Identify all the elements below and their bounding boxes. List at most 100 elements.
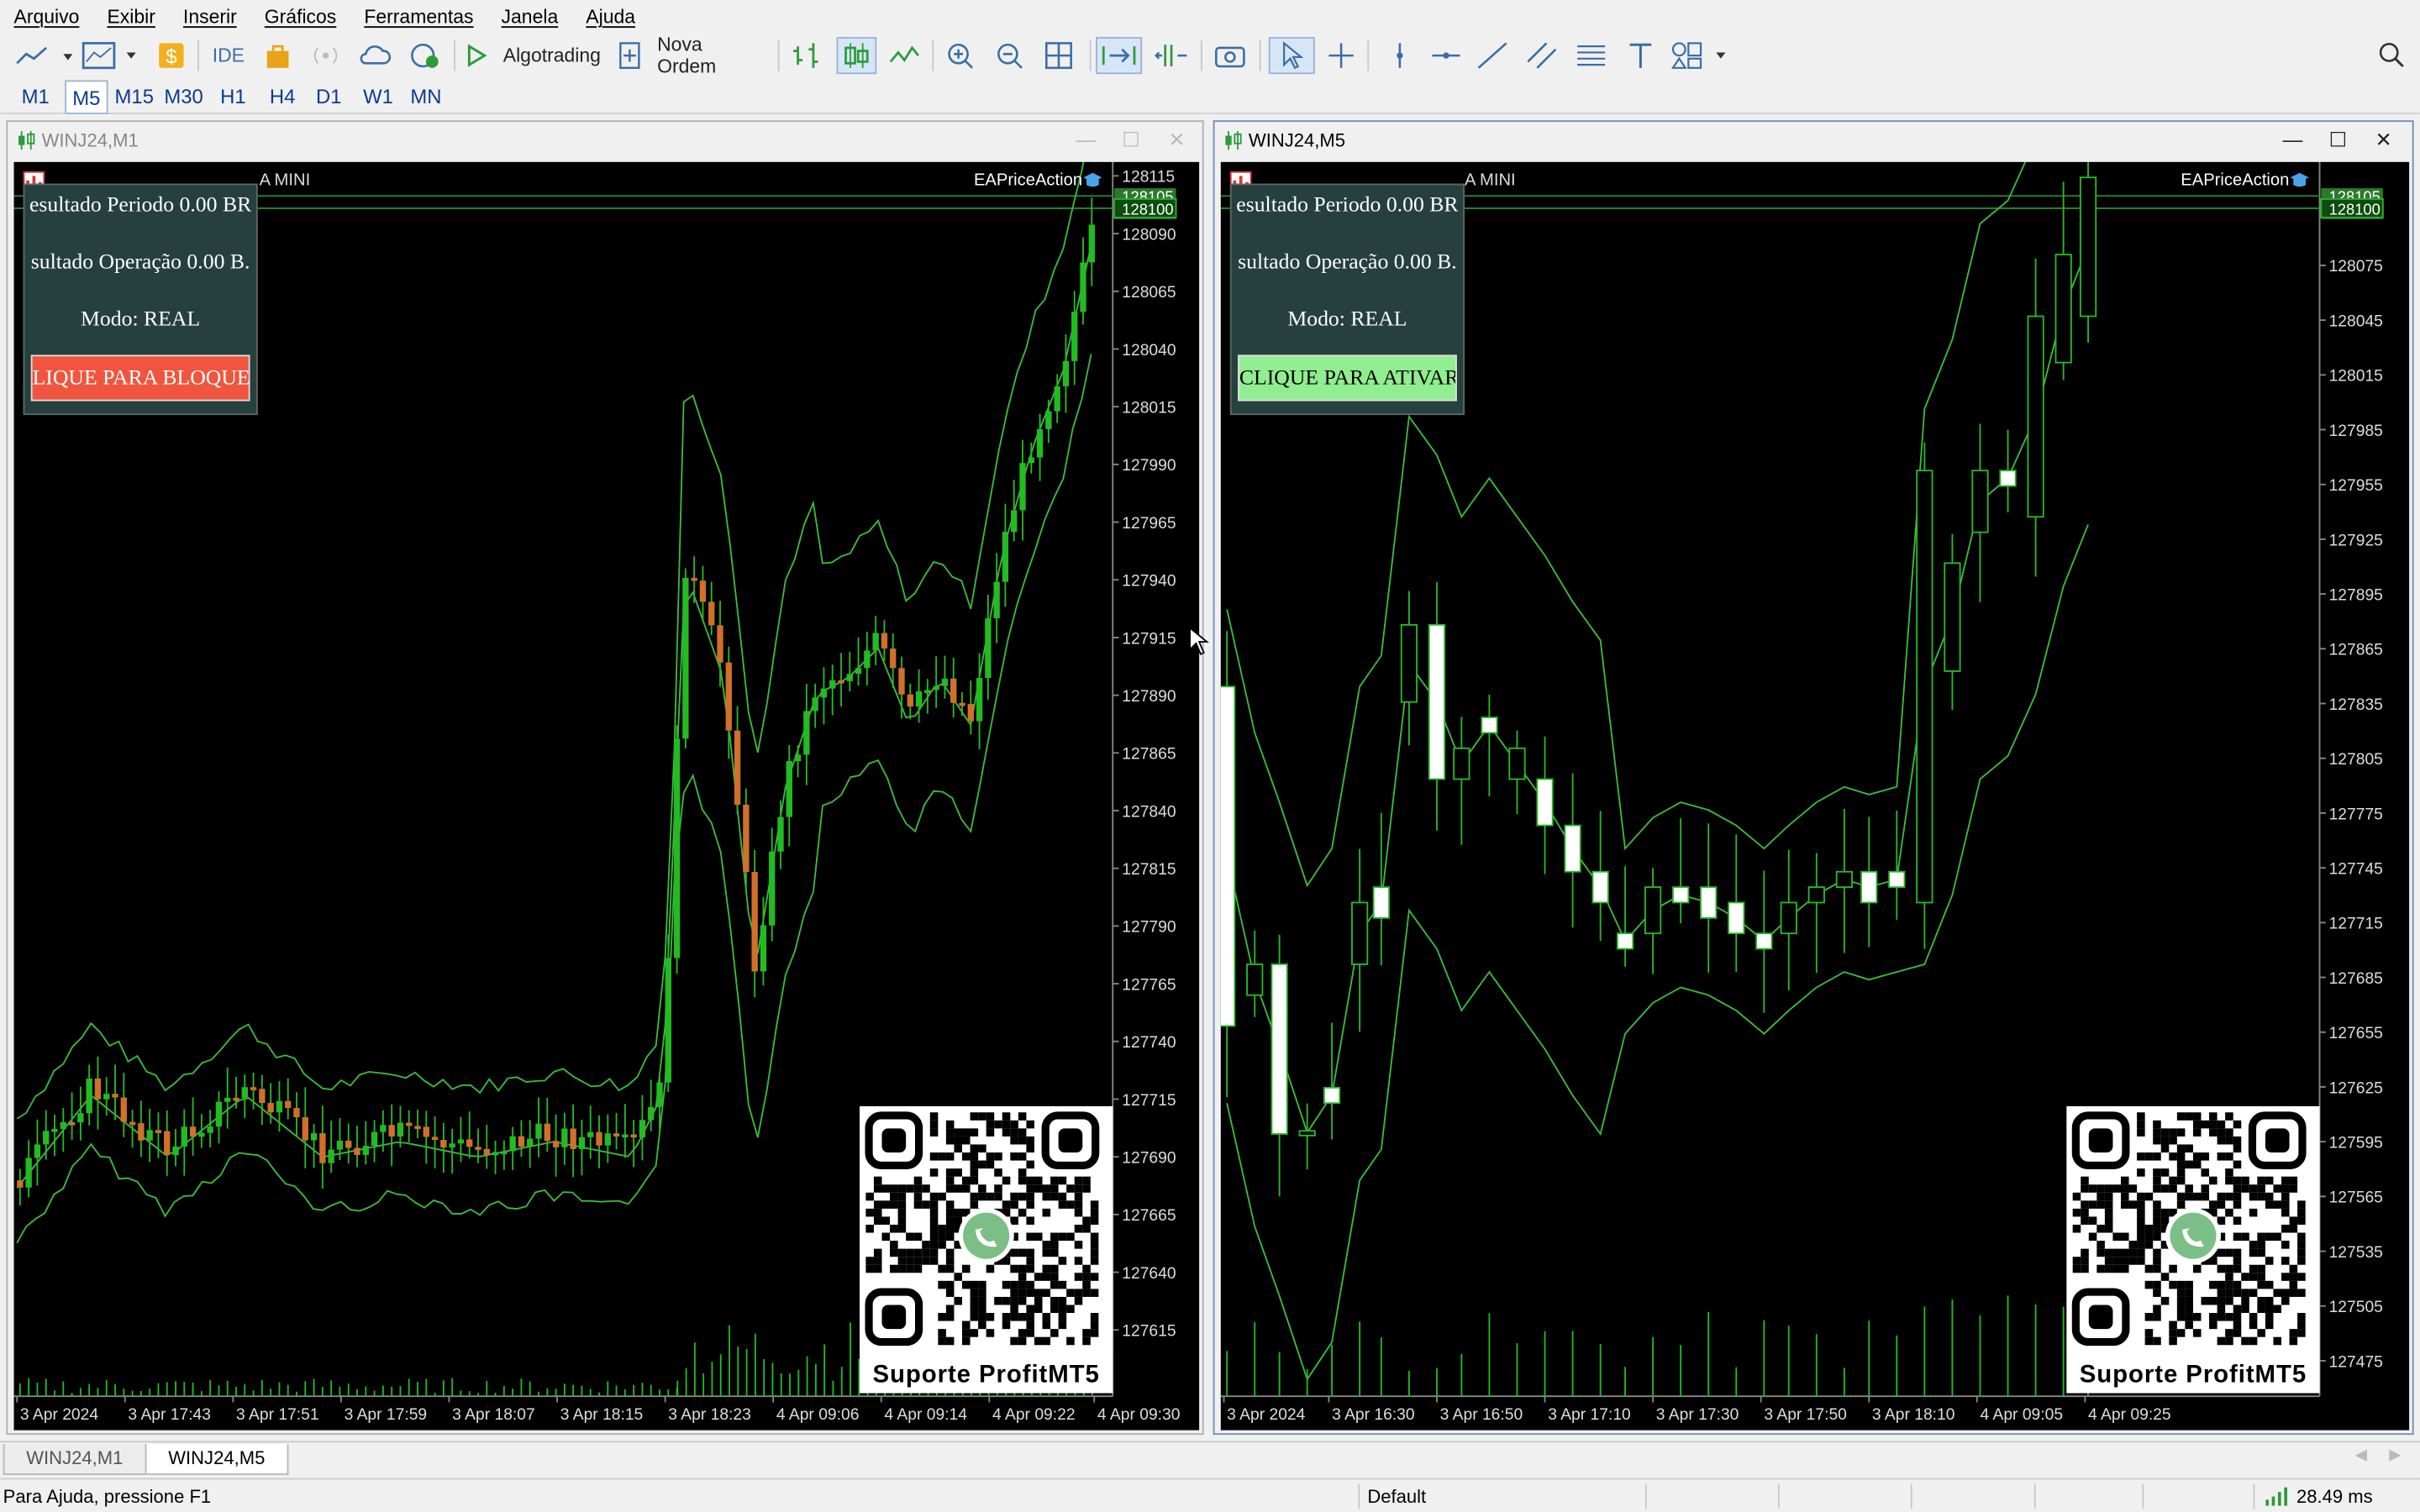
shopping-bag-icon[interactable] bbox=[260, 37, 297, 74]
current-price-label: 128100 bbox=[1122, 200, 1173, 218]
resultado-operacao: sultado Operação 0.00 B. bbox=[1238, 251, 1457, 275]
candle-body bbox=[639, 1120, 646, 1138]
candle-body bbox=[164, 1131, 171, 1156]
text-tool-icon[interactable] bbox=[1621, 37, 1661, 74]
chart-type-icon[interactable] bbox=[9, 37, 77, 74]
auto-scroll-icon[interactable] bbox=[1096, 37, 1143, 75]
mouse-cursor-icon bbox=[1189, 626, 1209, 656]
time-axis-label: 3 Apr 2024 bbox=[20, 1406, 98, 1424]
close-icon[interactable]: ✕ bbox=[2375, 128, 2392, 152]
minimize-icon[interactable]: — bbox=[1076, 128, 1096, 151]
candle-body bbox=[1944, 562, 1961, 672]
line-chart-icon[interactable] bbox=[886, 37, 926, 74]
zoom-out-icon[interactable] bbox=[991, 37, 1031, 74]
candle-body bbox=[890, 648, 897, 669]
globe-add-icon[interactable] bbox=[404, 37, 445, 74]
price-axis-label: 127865 bbox=[1122, 746, 1176, 764]
price-axis-label: 127715 bbox=[1122, 1092, 1176, 1110]
candle-body bbox=[60, 1121, 66, 1129]
menu-janela[interactable]: Janela bbox=[487, 6, 572, 28]
ea-name: EAPriceAction bbox=[2181, 171, 2290, 190]
vertical-line-icon[interactable] bbox=[1380, 37, 1420, 74]
timeframe-h1[interactable]: H1 bbox=[213, 81, 253, 114]
ping-value: 28.49 ms bbox=[2296, 1485, 2373, 1508]
candle-body bbox=[336, 1140, 344, 1150]
chart-template-icon[interactable] bbox=[81, 37, 142, 74]
zoom-in-icon[interactable] bbox=[941, 37, 981, 74]
market-icon[interactable]: $ bbox=[155, 37, 188, 74]
price-axis-label: 127775 bbox=[2329, 806, 2383, 823]
menu-graficos[interactable]: Gráficos bbox=[250, 6, 350, 28]
chart-area[interactable]: 128075 128045 128015 127985 127955 127925 1278… bbox=[1220, 161, 2410, 1431]
close-icon[interactable]: ✕ bbox=[1168, 128, 1185, 152]
time-axis-label: 4 Apr 09:05 bbox=[1980, 1406, 2063, 1424]
screenshot-icon[interactable] bbox=[1210, 37, 1250, 74]
fibonacci-icon[interactable] bbox=[1571, 37, 1612, 74]
nova-ordem-button[interactable]: Nova Ordem bbox=[614, 34, 765, 77]
help-text: Para Ajuda, pressione F1 bbox=[3, 1485, 212, 1508]
time-axis-label: 4 Apr 09:06 bbox=[776, 1406, 860, 1424]
timeframe-w1[interactable]: W1 bbox=[358, 81, 398, 114]
menu-exibir[interactable]: Exibir bbox=[93, 6, 169, 28]
window-title: WINJ24,M5 bbox=[1248, 129, 1346, 151]
candlestick-icon[interactable] bbox=[836, 37, 877, 75]
candle-body bbox=[1780, 901, 1797, 935]
horizontal-line-icon[interactable] bbox=[1426, 37, 1466, 74]
candle-body bbox=[1400, 623, 1418, 703]
svg-text:$: $ bbox=[166, 45, 176, 68]
maximize-icon[interactable]: ☐ bbox=[1122, 128, 1139, 152]
maximize-icon[interactable]: ☐ bbox=[2329, 128, 2347, 152]
chart-window-m5[interactable]: WINJ24,M5 — ☐ ✕ 128075 128045 128015 127985… bbox=[1213, 120, 2414, 1436]
timeframe-m30[interactable]: M30 bbox=[160, 81, 207, 114]
search-icon[interactable] bbox=[2374, 37, 2411, 74]
candle-body bbox=[224, 1097, 231, 1102]
algotrading-button[interactable]: Algotrading bbox=[460, 37, 605, 74]
minimize-icon[interactable]: — bbox=[2282, 128, 2302, 151]
price-axis-label: 127790 bbox=[1122, 919, 1176, 937]
chart-window-m1[interactable]: WINJ24,M1 — ☐ ✕ 128115 128090 128065 128040… bbox=[6, 120, 1204, 1436]
price-axis-label: 127715 bbox=[2329, 916, 2383, 933]
menu-ferramentas[interactable]: Ferramentas bbox=[350, 6, 487, 28]
tab-scroll-left-icon[interactable]: ◀ bbox=[2355, 1447, 2367, 1464]
channel-icon[interactable] bbox=[1522, 37, 1562, 74]
tab-winj24-m1[interactable]: WINJ24,M1 bbox=[3, 1444, 146, 1475]
crosshair-icon[interactable] bbox=[1321, 37, 1361, 74]
bloquear-button[interactable]: LIQUE PARA BLOQUEA bbox=[30, 354, 250, 402]
candle-body bbox=[1616, 932, 1634, 950]
timeframe-m15[interactable]: M15 bbox=[111, 81, 157, 114]
signals-icon[interactable] bbox=[306, 37, 346, 74]
candle-body bbox=[1916, 470, 1933, 904]
candle-body bbox=[1971, 470, 1989, 533]
tab-winj24-m5[interactable]: WINJ24,M5 bbox=[145, 1444, 288, 1475]
cursor-icon[interactable] bbox=[1268, 37, 1315, 75]
qr-code[interactable]: Suporte ProfitMT5 bbox=[860, 1105, 1113, 1394]
ide-button[interactable]: IDE bbox=[207, 37, 250, 74]
candle-body bbox=[1298, 1130, 1316, 1137]
ativar-button[interactable]: CLIQUE PARA ATIVAR bbox=[1238, 354, 1457, 402]
qr-finder bbox=[881, 1128, 907, 1153]
cloud-icon[interactable] bbox=[355, 37, 395, 74]
shapes-icon[interactable] bbox=[1667, 37, 1732, 74]
tab-scroll-right-icon[interactable]: ▶ bbox=[2389, 1447, 2401, 1464]
trendline-icon[interactable] bbox=[1472, 37, 1512, 74]
candle-body bbox=[259, 1089, 266, 1104]
bar-chart-icon[interactable] bbox=[787, 37, 828, 74]
timeframe-m1[interactable]: M1 bbox=[13, 81, 59, 114]
chart-shift-icon[interactable] bbox=[1149, 37, 1195, 74]
timeframe-m5[interactable]: M5 bbox=[65, 80, 108, 114]
whatsapp-icon bbox=[2170, 1212, 2217, 1259]
menu-inserir[interactable]: Inserir bbox=[169, 6, 250, 28]
menu-arquivo[interactable]: Arquivo bbox=[0, 6, 93, 28]
candle-body bbox=[414, 1126, 421, 1130]
chart-area[interactable]: 128115 128090 128065 128040 128015 127990 1279… bbox=[13, 161, 1200, 1431]
grid-icon[interactable] bbox=[1040, 37, 1081, 74]
qr-image bbox=[2066, 1105, 2320, 1353]
price-axis-label: 127740 bbox=[1122, 1034, 1176, 1052]
timeframe-mn[interactable]: MN bbox=[404, 81, 447, 114]
menu-ajuda[interactable]: Ajuda bbox=[572, 6, 650, 28]
candle-body bbox=[198, 1132, 205, 1137]
timeframe-d1[interactable]: D1 bbox=[308, 81, 349, 114]
qr-code[interactable]: Suporte ProfitMT5 bbox=[2066, 1105, 2320, 1394]
timeframe-h4[interactable]: H4 bbox=[262, 81, 302, 114]
candle-body bbox=[431, 1137, 439, 1141]
